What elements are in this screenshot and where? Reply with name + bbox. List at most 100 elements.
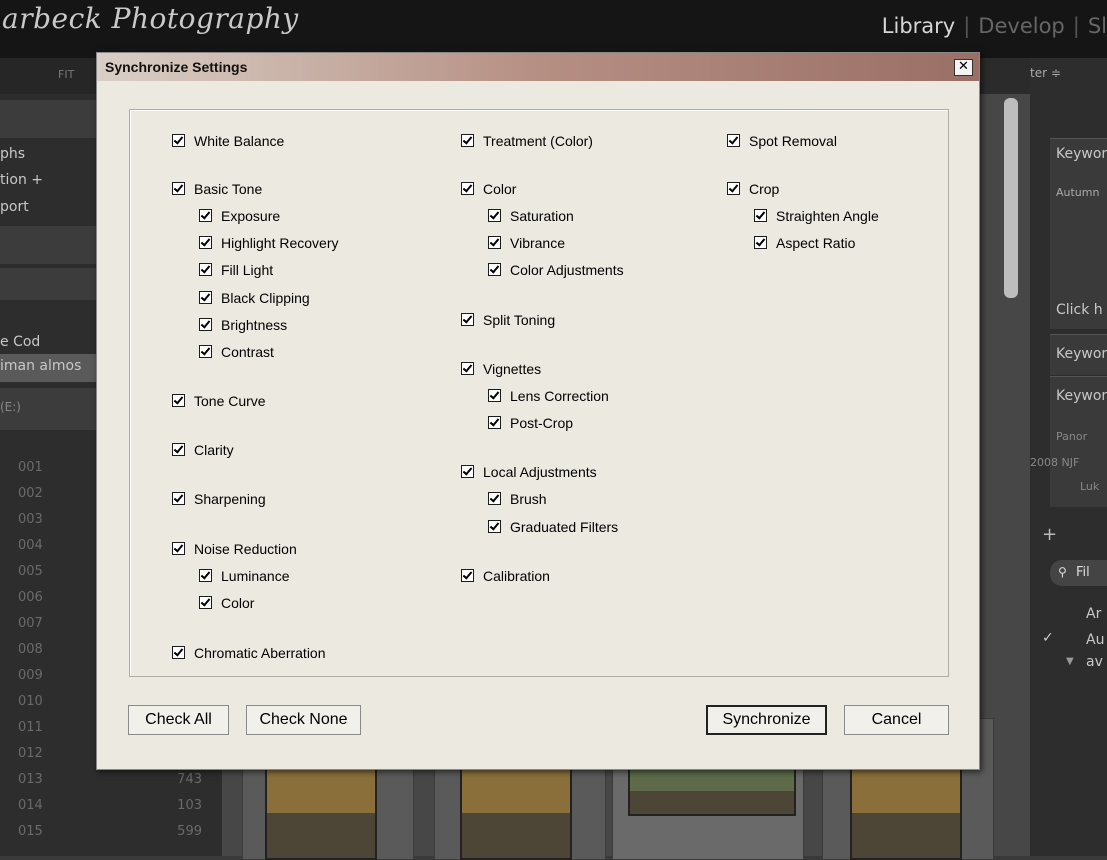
checkbox-chromatic-aberration[interactable]: Chromatic Aberration bbox=[172, 645, 326, 661]
check-all-button[interactable]: Check All bbox=[128, 705, 229, 735]
checkbox-checked-icon bbox=[172, 134, 185, 147]
checkbox-brightness[interactable]: Brightness bbox=[199, 317, 287, 333]
folder-number[interactable]: 013 bbox=[18, 772, 43, 787]
checkbox-label: Clarity bbox=[194, 442, 234, 458]
module-slideshow[interactable]: Sl bbox=[1088, 14, 1107, 38]
checkbox-label: Straighten Angle bbox=[776, 208, 879, 224]
checkbox-highlight-recovery[interactable]: Highlight Recovery bbox=[199, 235, 339, 251]
checkbox-black-clipping[interactable]: Black Clipping bbox=[199, 290, 310, 306]
photo-thumbnail[interactable] bbox=[850, 766, 962, 860]
checkbox-label: Color bbox=[221, 595, 255, 611]
checkbox-noise-color[interactable]: Color bbox=[199, 595, 254, 611]
checkbox-brush[interactable]: Brush bbox=[488, 491, 547, 507]
module-library[interactable]: Library bbox=[882, 14, 955, 38]
checkbox-checked-icon bbox=[727, 134, 740, 147]
click-here-text[interactable]: Click h bbox=[1056, 302, 1103, 318]
checkbox-local-adjustments[interactable]: Local Adjustments bbox=[461, 464, 597, 480]
checkbox-noise-reduction[interactable]: Noise Reduction bbox=[172, 541, 297, 557]
grid-scrollbar[interactable] bbox=[1004, 98, 1018, 298]
checkbox-label: Noise Reduction bbox=[194, 541, 297, 557]
disclosure-triangle-icon[interactable]: ▼ bbox=[1066, 656, 1074, 667]
checkbox-sharpening[interactable]: Sharpening bbox=[172, 491, 266, 507]
folder-count: 743 bbox=[177, 772, 202, 787]
checkbox-spot-removal[interactable]: Spot Removal bbox=[727, 133, 837, 149]
checkbox-contrast[interactable]: Contrast bbox=[199, 344, 274, 360]
checkbox-calibration[interactable]: Calibration bbox=[461, 568, 550, 584]
checkbox-fill-light[interactable]: Fill Light bbox=[199, 262, 273, 278]
folder-number[interactable]: 007 bbox=[18, 616, 43, 631]
checkbox-crop[interactable]: Crop bbox=[727, 181, 779, 197]
keyword-set-item[interactable]: 2008 NJF bbox=[1030, 456, 1079, 469]
checkbox-checked-icon bbox=[727, 182, 740, 195]
checkbox-label: Basic Tone bbox=[194, 181, 263, 197]
checkbox-exposure[interactable]: Exposure bbox=[199, 208, 280, 224]
folder-number[interactable]: 003 bbox=[18, 512, 43, 527]
check-none-button[interactable]: Check None bbox=[246, 705, 361, 735]
photo-thumbnail[interactable] bbox=[460, 766, 572, 860]
checkbox-aspect-ratio[interactable]: Aspect Ratio bbox=[754, 235, 855, 251]
keyword-value[interactable]: Autumn bbox=[1056, 186, 1099, 199]
sort-menu[interactable]: ter ≑ bbox=[1030, 66, 1061, 80]
folder-number[interactable]: 014 bbox=[18, 798, 43, 813]
dialog-title-bar[interactable]: Synchronize Settings ✕ bbox=[97, 53, 979, 81]
keyword-filter-field[interactable]: ⚲ Fil bbox=[1050, 560, 1107, 586]
folder-number[interactable]: 010 bbox=[18, 694, 43, 709]
checkbox-color[interactable]: Color bbox=[461, 181, 516, 197]
photo-thumbnail[interactable] bbox=[265, 766, 377, 860]
filter-label: Fil bbox=[1076, 565, 1090, 580]
folder-number[interactable]: 009 bbox=[18, 668, 43, 683]
checkbox-label: Highlight Recovery bbox=[221, 235, 339, 251]
right-panel: ter ≑ Keywor Autumn Click h Keywor Keywo… bbox=[1030, 58, 1107, 856]
checkbox-graduated-filters[interactable]: Graduated Filters bbox=[488, 519, 618, 535]
close-button[interactable]: ✕ bbox=[954, 59, 973, 76]
checkbox-label: Post-Crop bbox=[510, 415, 574, 431]
checkbox-treatment-color[interactable]: Treatment (Color) bbox=[461, 133, 593, 149]
checkbox-checked-icon bbox=[199, 345, 212, 358]
folder-number[interactable]: 001 bbox=[18, 460, 43, 475]
folder-number[interactable]: 006 bbox=[18, 590, 43, 605]
folder-number[interactable]: 011 bbox=[18, 720, 43, 735]
folder-number[interactable]: 008 bbox=[18, 642, 43, 657]
folder-number[interactable]: 005 bbox=[18, 564, 43, 579]
keyword-list-item[interactable]: Au bbox=[1086, 632, 1104, 648]
checkbox-color-adjustments[interactable]: Color Adjustments bbox=[488, 262, 624, 278]
keyword-set-item[interactable]: Luk bbox=[1080, 480, 1099, 493]
checkbox-post-crop[interactable]: Post-Crop bbox=[488, 415, 573, 431]
checkbox-luminance[interactable]: Luminance bbox=[199, 568, 290, 584]
checkbox-label: Lens Correction bbox=[510, 388, 609, 404]
checkbox-vibrance[interactable]: Vibrance bbox=[488, 235, 565, 251]
folder-number[interactable]: 015 bbox=[18, 824, 43, 839]
checkbox-basic-tone[interactable]: Basic Tone bbox=[172, 181, 262, 197]
folder-number[interactable]: 012 bbox=[18, 746, 43, 761]
keyword-set-item[interactable]: Panor bbox=[1056, 430, 1087, 443]
module-develop[interactable]: Develop bbox=[978, 14, 1064, 38]
checkbox-label: Luminance bbox=[221, 568, 290, 584]
checkbox-lens-correction[interactable]: Lens Correction bbox=[488, 388, 609, 404]
checkbox-checked-icon bbox=[754, 236, 767, 249]
checkbox-vignettes[interactable]: Vignettes bbox=[461, 361, 541, 377]
checkbox-checked-icon bbox=[488, 389, 501, 402]
search-icon: ⚲ bbox=[1058, 565, 1067, 579]
checkbox-checked-icon bbox=[461, 182, 474, 195]
checkbox-clarity[interactable]: Clarity bbox=[172, 442, 234, 458]
checkbox-split-toning[interactable]: Split Toning bbox=[461, 312, 555, 328]
checkbox-label: White Balance bbox=[194, 133, 285, 149]
checkbox-label: Contrast bbox=[221, 344, 274, 360]
checkbox-saturation[interactable]: Saturation bbox=[488, 208, 574, 224]
fit-label[interactable]: FIT bbox=[58, 68, 74, 81]
cancel-button[interactable]: Cancel bbox=[844, 705, 949, 735]
checkbox-straighten-angle[interactable]: Straighten Angle bbox=[754, 208, 879, 224]
checkbox-checked-icon bbox=[461, 569, 474, 582]
folder-number[interactable]: 002 bbox=[18, 486, 43, 501]
checkbox-checked-icon bbox=[488, 236, 501, 249]
checkbox-white-balance[interactable]: White Balance bbox=[172, 133, 284, 149]
folder-number[interactable]: 004 bbox=[18, 538, 43, 553]
checkbox-checked-icon bbox=[461, 134, 474, 147]
photo-thumbnail[interactable] bbox=[628, 766, 796, 816]
checkbox-tone-curve[interactable]: Tone Curve bbox=[172, 393, 266, 409]
add-keyword-icon[interactable]: + bbox=[1042, 524, 1057, 545]
keyword-list-item[interactable]: av bbox=[1086, 654, 1103, 670]
synchronize-button[interactable]: Synchronize bbox=[706, 705, 827, 735]
checkbox-checked-icon bbox=[199, 318, 212, 331]
keyword-list-item[interactable]: Ar bbox=[1086, 606, 1101, 622]
